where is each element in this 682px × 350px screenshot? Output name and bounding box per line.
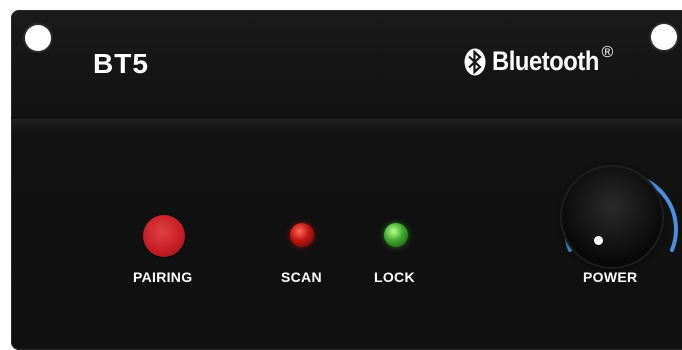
power-knob-indicator bbox=[594, 236, 603, 245]
bluetooth-brand: Bluetooth ® bbox=[464, 44, 614, 77]
scan-label: SCAN bbox=[281, 269, 322, 285]
device-panel: BT5 Bluetooth ® PAIRING SCAN LOCK POWER bbox=[11, 10, 682, 350]
mounting-hole-left bbox=[25, 25, 51, 51]
pairing-label: PAIRING bbox=[133, 269, 193, 285]
lock-label: LOCK bbox=[374, 269, 415, 285]
mounting-hole-right bbox=[651, 24, 677, 50]
power-knob[interactable] bbox=[562, 167, 662, 267]
bluetooth-icon bbox=[464, 48, 486, 76]
model-name: BT5 bbox=[93, 48, 149, 79]
lock-led bbox=[384, 223, 408, 247]
pairing-button[interactable] bbox=[143, 215, 185, 257]
power-label: POWER bbox=[583, 269, 638, 285]
scan-led bbox=[290, 223, 314, 247]
panel-seam-shadow bbox=[11, 120, 682, 134]
bluetooth-wordmark: Bluetooth bbox=[492, 46, 599, 76]
registered-mark: ® bbox=[601, 44, 614, 61]
